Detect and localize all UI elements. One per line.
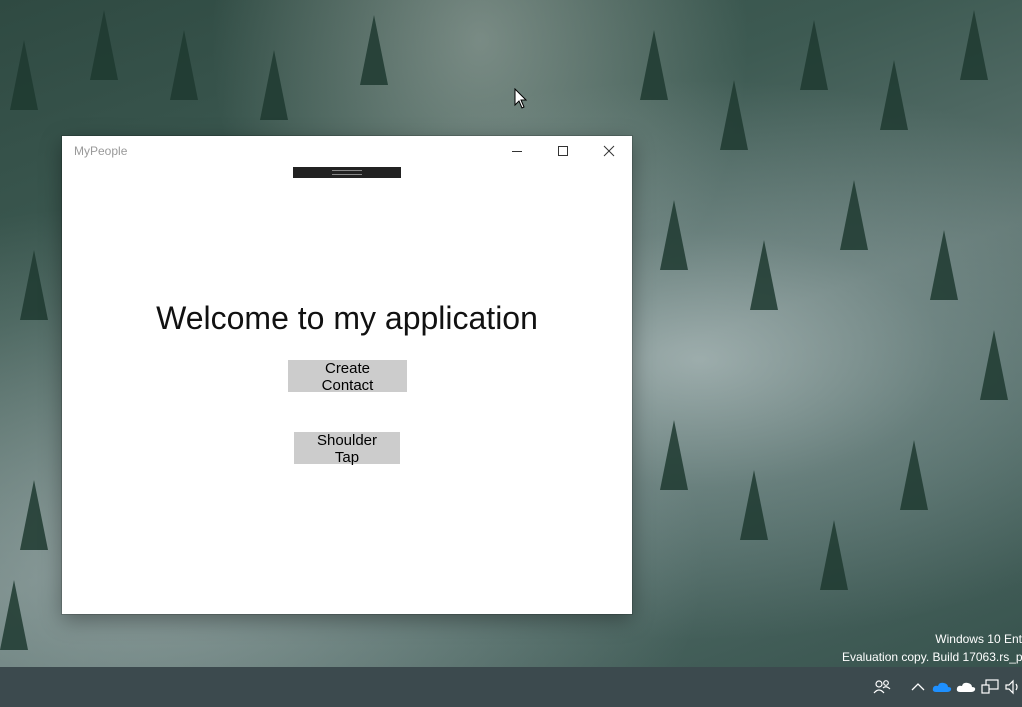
app-window: MyPeople Welcome to my application Creat… — [62, 136, 632, 614]
tree-decoration — [20, 250, 48, 320]
tree-decoration — [260, 50, 288, 120]
tree-decoration — [0, 580, 28, 650]
people-icon[interactable] — [871, 675, 893, 699]
close-button[interactable] — [586, 136, 632, 166]
tree-decoration — [660, 420, 688, 490]
tree-decoration — [900, 440, 928, 510]
evaluation-watermark: Windows 10 Ent Evaluation copy. Build 17… — [842, 630, 1022, 666]
taskbar — [0, 667, 1022, 707]
title-bar[interactable]: MyPeople — [62, 136, 632, 166]
create-contact-button[interactable]: Create Contact — [288, 360, 407, 394]
shoulder-tap-button[interactable]: Shoulder Tap — [294, 432, 400, 466]
tree-decoration — [750, 240, 778, 310]
network-icon[interactable] — [979, 675, 1001, 699]
welcome-heading: Welcome to my application — [156, 300, 538, 336]
tree-decoration — [360, 15, 388, 85]
tree-decoration — [10, 40, 38, 110]
tree-decoration — [640, 30, 668, 100]
tree-decoration — [740, 470, 768, 540]
watermark-line-2: Evaluation copy. Build 17063.rs_p — [842, 650, 1022, 664]
chevron-up-icon[interactable] — [907, 675, 929, 699]
tree-decoration — [980, 330, 1008, 400]
onedrive-icon[interactable] — [931, 675, 953, 699]
onedrive-personal-icon[interactable] — [955, 675, 977, 699]
tree-decoration — [170, 30, 198, 100]
window-title: MyPeople — [74, 144, 128, 158]
tree-decoration — [820, 520, 848, 590]
tree-decoration — [960, 10, 988, 80]
tree-decoration — [800, 20, 828, 90]
maximize-button[interactable] — [540, 136, 586, 166]
tree-decoration — [930, 230, 958, 300]
mouse-cursor-icon — [514, 88, 528, 109]
minimize-button[interactable] — [494, 136, 540, 166]
watermark-line-1: Windows 10 Ent — [935, 632, 1022, 646]
desktop-background: MyPeople Welcome to my application Creat… — [0, 0, 1022, 707]
minimize-icon — [512, 151, 522, 152]
close-icon — [603, 145, 615, 157]
tree-decoration — [90, 10, 118, 80]
main-content: Welcome to my application Create Contact… — [62, 166, 632, 614]
tree-decoration — [720, 80, 748, 150]
tree-decoration — [880, 60, 908, 130]
tree-decoration — [660, 200, 688, 270]
maximize-icon — [558, 146, 568, 156]
volume-icon[interactable] — [1002, 675, 1022, 699]
tree-decoration — [840, 180, 868, 250]
tree-decoration — [20, 480, 48, 550]
